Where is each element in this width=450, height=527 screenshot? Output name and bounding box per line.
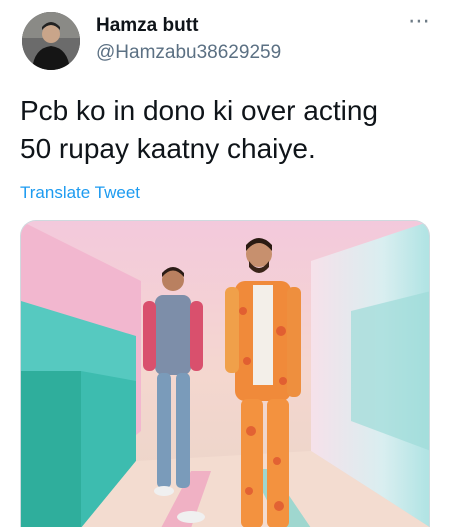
translate-tweet-link[interactable]: Translate Tweet: [20, 183, 140, 203]
more-options-icon[interactable]: ⋯: [408, 8, 431, 34]
tweet-text: Pcb ko in dono ki over acting 50 rupay k…: [20, 95, 378, 164]
tweet-media-image[interactable]: [20, 220, 430, 527]
tweet-card: Hamza butt @Hamzabu38629259 ⋯ Pcb ko in …: [0, 0, 450, 527]
display-name[interactable]: Hamza butt: [96, 15, 198, 37]
avatar[interactable]: [22, 12, 80, 70]
user-handle[interactable]: @Hamzabu38629259: [96, 42, 281, 64]
